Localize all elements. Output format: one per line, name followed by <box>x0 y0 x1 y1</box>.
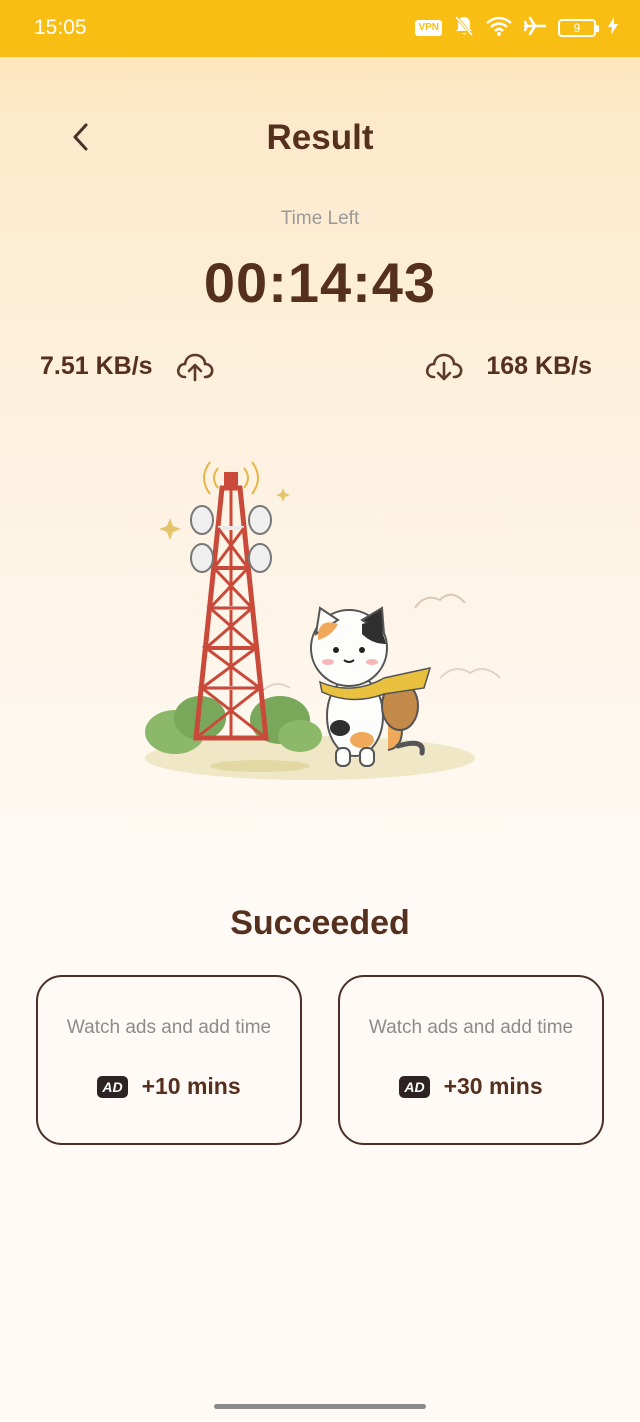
upload-speed-value: 7.51 KB/s <box>40 351 153 380</box>
status-time: 15:05 <box>34 16 87 39</box>
upload-speed: 7.51 KB/s <box>40 346 215 386</box>
vpn-icon: VPN <box>415 20 442 36</box>
wifi-icon <box>486 16 512 41</box>
page-title: Result <box>266 118 374 157</box>
ad-badge-icon: AD <box>97 1075 128 1098</box>
ad-card-title: Watch ads and add time <box>368 1017 574 1038</box>
charging-icon <box>608 16 618 40</box>
download-speed: 168 KB/s <box>424 346 592 386</box>
ad-badge-icon: AD <box>399 1075 430 1098</box>
battery-icon: 9 <box>558 19 599 37</box>
watch-ad-10-mins-button[interactable]: Watch ads and add time AD +10 mins <box>36 975 302 1145</box>
ad-card-title: Watch ads and add time <box>66 1017 272 1038</box>
bell-off-icon <box>454 15 474 42</box>
countdown-timer: 00:14:43 <box>203 251 437 314</box>
status-icons: VPN 9 <box>415 14 618 42</box>
ad-card-amount: +30 mins <box>443 1073 543 1099</box>
cloud-upload-icon <box>176 353 214 382</box>
watch-ad-30-mins-button[interactable]: Watch ads and add time AD +30 mins <box>338 975 604 1145</box>
home-indicator[interactable] <box>214 1404 426 1409</box>
status-bar: 15:05 VPN 9 <box>0 0 640 57</box>
ad-card-reward: AD +10 mins <box>38 1073 300 1100</box>
cell-tower-cat-illustration <box>140 448 510 798</box>
download-speed-value: 168 KB/s <box>486 351 592 380</box>
result-status: Succeeded <box>230 904 410 942</box>
time-left-label: Time Left <box>280 208 360 229</box>
airplane-icon <box>523 16 547 41</box>
ad-card-amount: +10 mins <box>141 1073 241 1099</box>
ad-card-reward: AD +30 mins <box>340 1073 602 1100</box>
cloud-download-icon <box>426 353 463 381</box>
